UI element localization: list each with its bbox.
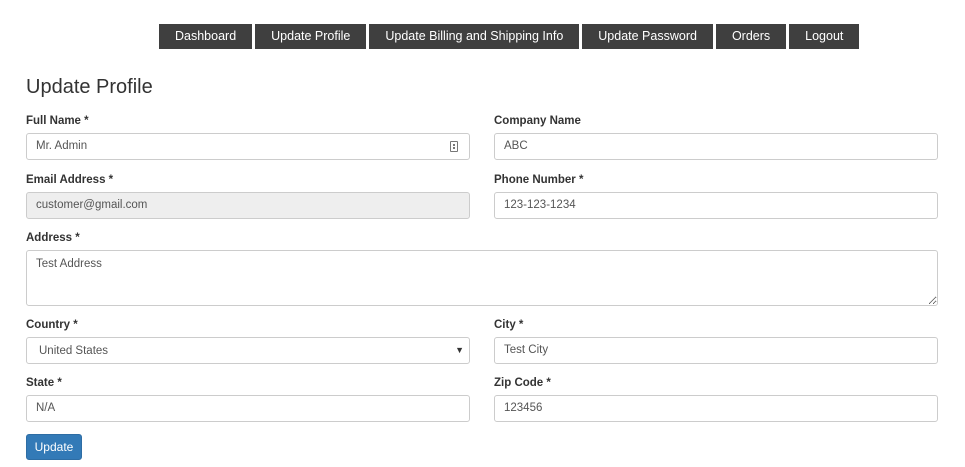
email-label: Email Address *	[26, 174, 114, 186]
phone-field-group: Phone Number * 123-123-1234	[494, 173, 938, 219]
top-nav: Dashboard Update Profile Update Billing …	[159, 24, 860, 49]
nav-update-profile-button[interactable]: Update Profile	[255, 24, 367, 49]
company-name-field-group: Company Name ABC	[494, 114, 938, 160]
nav-logout-button[interactable]: Logout	[789, 24, 860, 49]
full-name-field-group: Full Name * Mr. Admin	[26, 114, 470, 160]
country-field-group: Country * United States ▼	[26, 318, 470, 364]
state-label: State *	[26, 377, 62, 389]
zip-field-group: Zip Code * 123456	[494, 376, 938, 422]
zip-value: 123456	[504, 402, 543, 414]
country-label: Country *	[26, 319, 78, 331]
zip-input[interactable]: 123456	[494, 395, 938, 422]
country-select[interactable]: United States ▼	[26, 337, 470, 364]
country-selected-value: United States	[39, 344, 109, 357]
company-name-input[interactable]: ABC	[494, 133, 938, 160]
nav-orders-button[interactable]: Orders	[715, 24, 787, 49]
full-name-input[interactable]: Mr. Admin	[26, 133, 470, 160]
phone-input[interactable]: 123-123-1234	[494, 192, 938, 219]
city-label: City *	[494, 319, 524, 331]
company-name-label: Company Name	[494, 115, 581, 127]
zip-label: Zip Code *	[494, 377, 551, 389]
phone-value: 123-123-1234	[504, 199, 576, 211]
email-value: customer@gmail.com	[36, 199, 148, 211]
city-input[interactable]: Test City	[494, 337, 938, 364]
full-name-label: Full Name *	[26, 115, 89, 127]
full-name-value: Mr. Admin	[36, 140, 88, 152]
state-input[interactable]: N/A	[26, 395, 470, 422]
address-label: Address *	[26, 232, 80, 244]
email-input: customer@gmail.com	[26, 192, 470, 219]
city-value: Test City	[504, 344, 549, 356]
update-button[interactable]: Update	[26, 434, 82, 460]
nav-update-password-button[interactable]: Update Password	[582, 24, 713, 49]
company-name-value: ABC	[504, 140, 528, 152]
page-title: Update Profile	[26, 76, 153, 98]
nav-dashboard-button[interactable]: Dashboard	[159, 24, 253, 49]
address-field-group: Address * Test Address	[26, 231, 938, 306]
city-field-group: City * Test City	[494, 318, 938, 364]
state-field-group: State * N/A	[26, 376, 470, 422]
phone-label: Phone Number *	[494, 174, 584, 186]
caret-down-icon[interactable]: ▼	[455, 345, 464, 355]
email-field-group: Email Address * customer@gmail.com	[26, 173, 470, 219]
address-textarea[interactable]: Test Address	[26, 250, 938, 306]
contact-card-icon[interactable]	[450, 141, 458, 152]
state-value: N/A	[36, 402, 56, 414]
nav-update-billing-shipping-button[interactable]: Update Billing and Shipping Info	[369, 24, 580, 49]
